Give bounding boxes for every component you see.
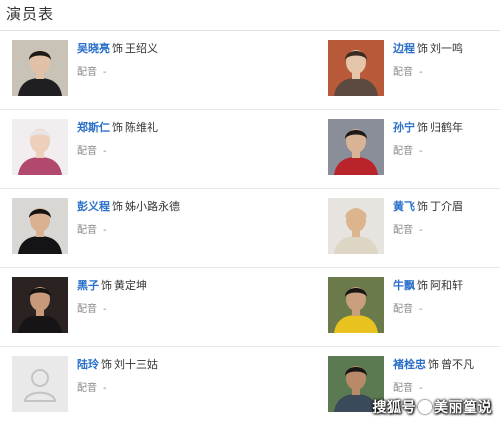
- role-name: 丁介眉: [430, 200, 463, 213]
- actor-photo[interactable]: [328, 277, 384, 333]
- dub-label: 配音: [77, 67, 97, 78]
- section-title: 演员表: [6, 5, 55, 23]
- watermark: 搜狐号 美丽篁说: [373, 397, 493, 417]
- actor-photo[interactable]: [12, 40, 68, 96]
- dub-value: -: [419, 225, 423, 236]
- as-label: 饰: [417, 279, 428, 292]
- cast-member: 边程饰刘一鸣配音 -: [328, 40, 498, 98]
- as-label: 饰: [417, 121, 428, 134]
- sohu-logo-icon: [418, 400, 432, 414]
- cast-member: 牛飘饰阿和轩配音 -: [328, 277, 498, 335]
- dub-value: -: [419, 146, 423, 157]
- actor-name-link[interactable]: 牛飘: [393, 279, 415, 292]
- cast-member: 彭义程饰姊小路永德配音 -: [12, 198, 252, 256]
- dub-label: 配音: [77, 225, 97, 236]
- cast-member: 黄飞饰丁介眉配音 -: [328, 198, 498, 256]
- dub-label: 配音: [77, 383, 97, 394]
- cast-row: 黑子饰黄定坤 配音 - 牛飘饰阿和轩 配音 -: [0, 268, 500, 347]
- cast-member: 郑斯仁饰陈维礼配音 -: [12, 119, 252, 177]
- actor-name-link[interactable]: 褚栓忠: [393, 358, 426, 371]
- role-name: 归鹤年: [430, 121, 463, 134]
- dub-value: -: [419, 383, 423, 394]
- as-label: 饰: [417, 200, 428, 213]
- cast-member: 孙宁饰归鹤年配音 -: [328, 119, 498, 177]
- actor-name-link[interactable]: 陆玲: [77, 358, 99, 371]
- dub-value: -: [419, 67, 423, 78]
- cast-row: 吴晓亮饰王绍义 配音 - 边程饰刘一鸣 配音 -: [0, 31, 500, 110]
- dub-label: 配音: [77, 146, 97, 157]
- role-name: 黄定坤: [114, 279, 147, 292]
- role-name: 王绍义: [125, 42, 158, 55]
- cast-info: 黑子饰黄定坤配音 -: [77, 278, 237, 317]
- as-label: 饰: [112, 200, 123, 213]
- dub-label: 配音: [393, 67, 413, 78]
- dub-label: 配音: [393, 383, 413, 394]
- as-label: 饰: [101, 279, 112, 292]
- actor-name-link[interactable]: 郑斯仁: [77, 121, 110, 134]
- dub-label: 配音: [393, 304, 413, 315]
- dub-value: -: [103, 146, 107, 157]
- as-label: 饰: [417, 42, 428, 55]
- actor-name-link[interactable]: 吴晓亮: [77, 42, 110, 55]
- watermark-brand: 搜狐号: [372, 400, 416, 416]
- cast-member: 黑子饰黄定坤配音 -: [12, 277, 252, 335]
- actor-name-link[interactable]: 边程: [393, 42, 415, 55]
- as-label: 饰: [112, 121, 123, 134]
- actor-name-link[interactable]: 黑子: [77, 279, 99, 292]
- cast-info: 吴晓亮饰王绍义配音 -: [77, 41, 237, 80]
- as-label: 饰: [428, 358, 439, 371]
- cast-member: 陆玲饰刘十三姑配音 -: [12, 356, 252, 414]
- cast-info: 郑斯仁饰陈维礼配音 -: [77, 120, 237, 159]
- actor-name-link[interactable]: 彭义程: [77, 200, 110, 213]
- actor-photo[interactable]: [12, 198, 68, 254]
- dub-value: -: [103, 225, 107, 236]
- cast-info: 边程饰刘一鸣配音 -: [393, 41, 500, 80]
- actor-photo[interactable]: [12, 119, 68, 175]
- dub-label: 配音: [393, 146, 413, 157]
- cast-row: 郑斯仁饰陈维礼 配音 - 孙宁饰归鹤年 配音 -: [0, 110, 500, 189]
- actor-name-link[interactable]: 黄飞: [393, 200, 415, 213]
- dub-label: 配音: [77, 304, 97, 315]
- dub-value: -: [103, 383, 107, 394]
- cast-info: 彭义程饰姊小路永德配音 -: [77, 199, 237, 238]
- actor-name-link[interactable]: 孙宁: [393, 121, 415, 134]
- actor-photo[interactable]: [328, 198, 384, 254]
- cast-info: 黄飞饰丁介眉配音 -: [393, 199, 500, 238]
- role-name: 阿和轩: [430, 279, 463, 292]
- dub-label: 配音: [393, 225, 413, 236]
- cast-info: 褚栓忠饰曾不凡配音 -: [393, 357, 500, 396]
- role-name: 曾不凡: [441, 358, 474, 371]
- cast-member: 吴晓亮饰王绍义配音 -: [12, 40, 252, 98]
- watermark-author: 美丽篁说: [434, 400, 492, 416]
- actor-photo[interactable]: [328, 40, 384, 96]
- role-name: 刘十三姑: [114, 358, 158, 371]
- role-name: 刘一鸣: [430, 42, 463, 55]
- role-name: 陈维礼: [125, 121, 158, 134]
- cast-info: 牛飘饰阿和轩配音 -: [393, 278, 500, 317]
- dub-value: -: [103, 304, 107, 315]
- cast-info: 陆玲饰刘十三姑配音 -: [77, 357, 237, 396]
- as-label: 饰: [112, 42, 123, 55]
- role-name: 姊小路永德: [125, 200, 180, 213]
- cast-info: 孙宁饰归鹤年配音 -: [393, 120, 500, 159]
- as-label: 饰: [101, 358, 112, 371]
- actor-photo[interactable]: [12, 277, 68, 333]
- actor-photo[interactable]: [328, 119, 384, 175]
- dub-value: -: [103, 67, 107, 78]
- cast-list: 吴晓亮饰王绍义 配音 - 边程饰刘一鸣 配音 - 郑斯仁饰陈维礼 配音 - 孙宁饰归鹤年 配音 - 彭义…: [0, 31, 500, 426]
- cast-row: 彭义程饰姊小路永德 配音 - 黄飞饰丁介眉 配音 -: [0, 189, 500, 268]
- avatar-placeholder-icon[interactable]: [12, 356, 68, 412]
- dub-value: -: [419, 304, 423, 315]
